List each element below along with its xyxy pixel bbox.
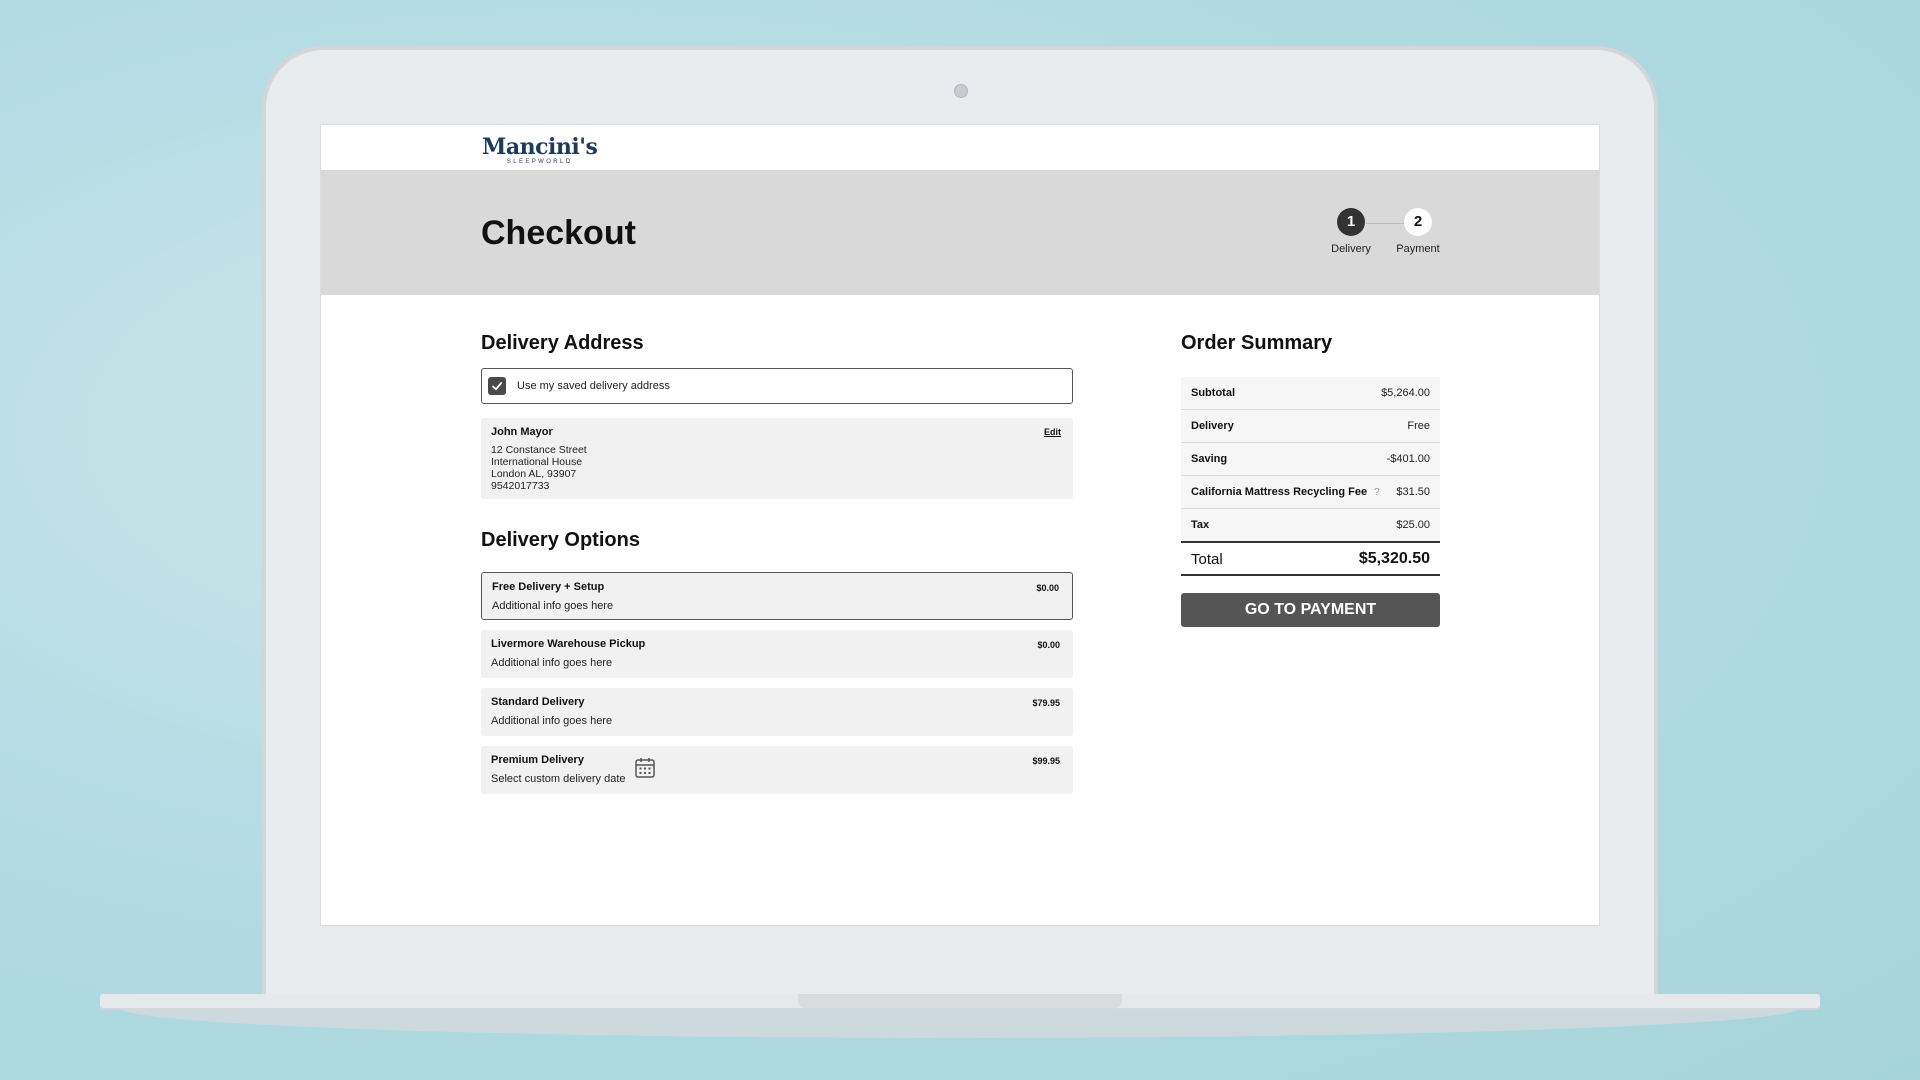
summary-row-subtotal: Subtotal $5,264.00 — [1181, 377, 1440, 410]
option-info: Additional info goes here — [491, 657, 613, 669]
step-label: Delivery — [1331, 243, 1371, 255]
option-title: Livermore Warehouse Pickup — [491, 638, 646, 650]
summary-label: Tax — [1191, 519, 1210, 531]
summary-value: -$401.00 — [1386, 453, 1430, 465]
option-info: Select custom delivery date — [491, 773, 626, 785]
summary-row-delivery: Delivery Free — [1181, 410, 1440, 443]
summary-value: Free — [1407, 420, 1430, 432]
checkout-header: Checkout 1 Delivery 2 Payment — [321, 170, 1599, 295]
brand-name: Mancini's — [482, 134, 598, 160]
step-delivery[interactable]: 1 Delivery — [1316, 208, 1386, 255]
saved-address-toggle[interactable]: Use my saved delivery address — [481, 368, 1073, 404]
summary-value: $25.00 — [1396, 519, 1430, 531]
option-price: $0.00 — [1037, 640, 1060, 650]
step-number: 1 — [1337, 208, 1365, 236]
summary-label-wrap: California Mattress Recycling Fee ? — [1191, 486, 1380, 498]
option-title: Premium Delivery — [491, 754, 584, 766]
step-label: Payment — [1396, 243, 1440, 255]
check-icon — [492, 382, 503, 391]
saved-address-label: Use my saved delivery address — [517, 380, 670, 392]
summary-label: Delivery — [1191, 420, 1234, 432]
option-title: Free Delivery + Setup — [492, 581, 605, 593]
delivery-options-title: Delivery Options — [481, 529, 640, 551]
summary-label: Saving — [1191, 453, 1228, 465]
option-info: Additional info goes here — [491, 715, 613, 727]
page-title: Checkout — [481, 214, 636, 252]
top-bar: Mancini's SLEEPWORLD — [321, 125, 1599, 170]
option-price: $79.95 — [1032, 698, 1060, 708]
delivery-option-standard[interactable]: Standard Delivery Additional info goes h… — [481, 688, 1073, 736]
checkout-stepper: 1 Delivery 2 Payment — [1329, 208, 1459, 268]
camera-dot — [954, 84, 968, 98]
summary-value: $31.50 — [1396, 486, 1430, 498]
edit-address-link[interactable]: Edit — [1044, 427, 1061, 437]
summary-label: Subtotal — [1191, 387, 1235, 399]
delivery-option-free[interactable]: Free Delivery + Setup Additional info go… — [481, 572, 1073, 620]
address-line: 12 Constance Street — [491, 444, 587, 456]
address-name: John Mayor — [491, 426, 553, 438]
summary-row-tax: Tax $25.00 — [1181, 509, 1440, 541]
brand-logo[interactable]: Mancini's SLEEPWORLD — [482, 134, 598, 165]
laptop-base-shadow — [120, 1008, 1800, 1038]
order-summary-title: Order Summary — [1181, 332, 1333, 354]
delivery-address-title: Delivery Address — [481, 332, 644, 354]
summary-total-row: Total $5,320.50 — [1181, 541, 1440, 576]
step-payment[interactable]: 2 Payment — [1383, 208, 1453, 255]
order-summary-table: Subtotal $5,264.00 Delivery Free Saving … — [1181, 377, 1440, 576]
summary-row-saving: Saving -$401.00 — [1181, 443, 1440, 476]
summary-value: $5,264.00 — [1381, 387, 1430, 399]
calendar-icon[interactable] — [635, 757, 655, 778]
option-price: $0.00 — [1036, 583, 1059, 593]
summary-row-recycling-fee: California Mattress Recycling Fee ? $31.… — [1181, 476, 1440, 509]
option-title: Standard Delivery — [491, 696, 585, 708]
total-label: Total — [1191, 551, 1223, 568]
checkout-screen: Mancini's SLEEPWORLD Checkout 1 Delivery… — [320, 124, 1600, 926]
total-value: $5,320.50 — [1358, 550, 1430, 567]
laptop-base-notch — [798, 994, 1122, 1008]
address-line: International House — [491, 456, 583, 468]
info-icon[interactable]: ? — [1374, 487, 1380, 498]
option-info: Additional info goes here — [492, 600, 614, 612]
address-card: John Mayor Edit 12 Constance Street Inte… — [481, 418, 1073, 499]
saved-address-checkbox[interactable] — [488, 377, 506, 395]
summary-label: California Mattress Recycling Fee — [1191, 486, 1368, 498]
option-price: $99.95 — [1032, 756, 1060, 766]
address-phone: 9542017733 — [491, 480, 550, 492]
address-lines: 12 Constance Street International House … — [491, 444, 587, 492]
go-to-payment-button[interactable]: GO TO PAYMENT — [1181, 593, 1440, 627]
step-number: 2 — [1404, 208, 1432, 236]
delivery-option-premium[interactable]: Premium Delivery Select custom delivery … — [481, 746, 1073, 794]
delivery-option-warehouse-pickup[interactable]: Livermore Warehouse Pickup Additional in… — [481, 630, 1073, 678]
address-line: London AL, 93907 — [491, 468, 577, 480]
